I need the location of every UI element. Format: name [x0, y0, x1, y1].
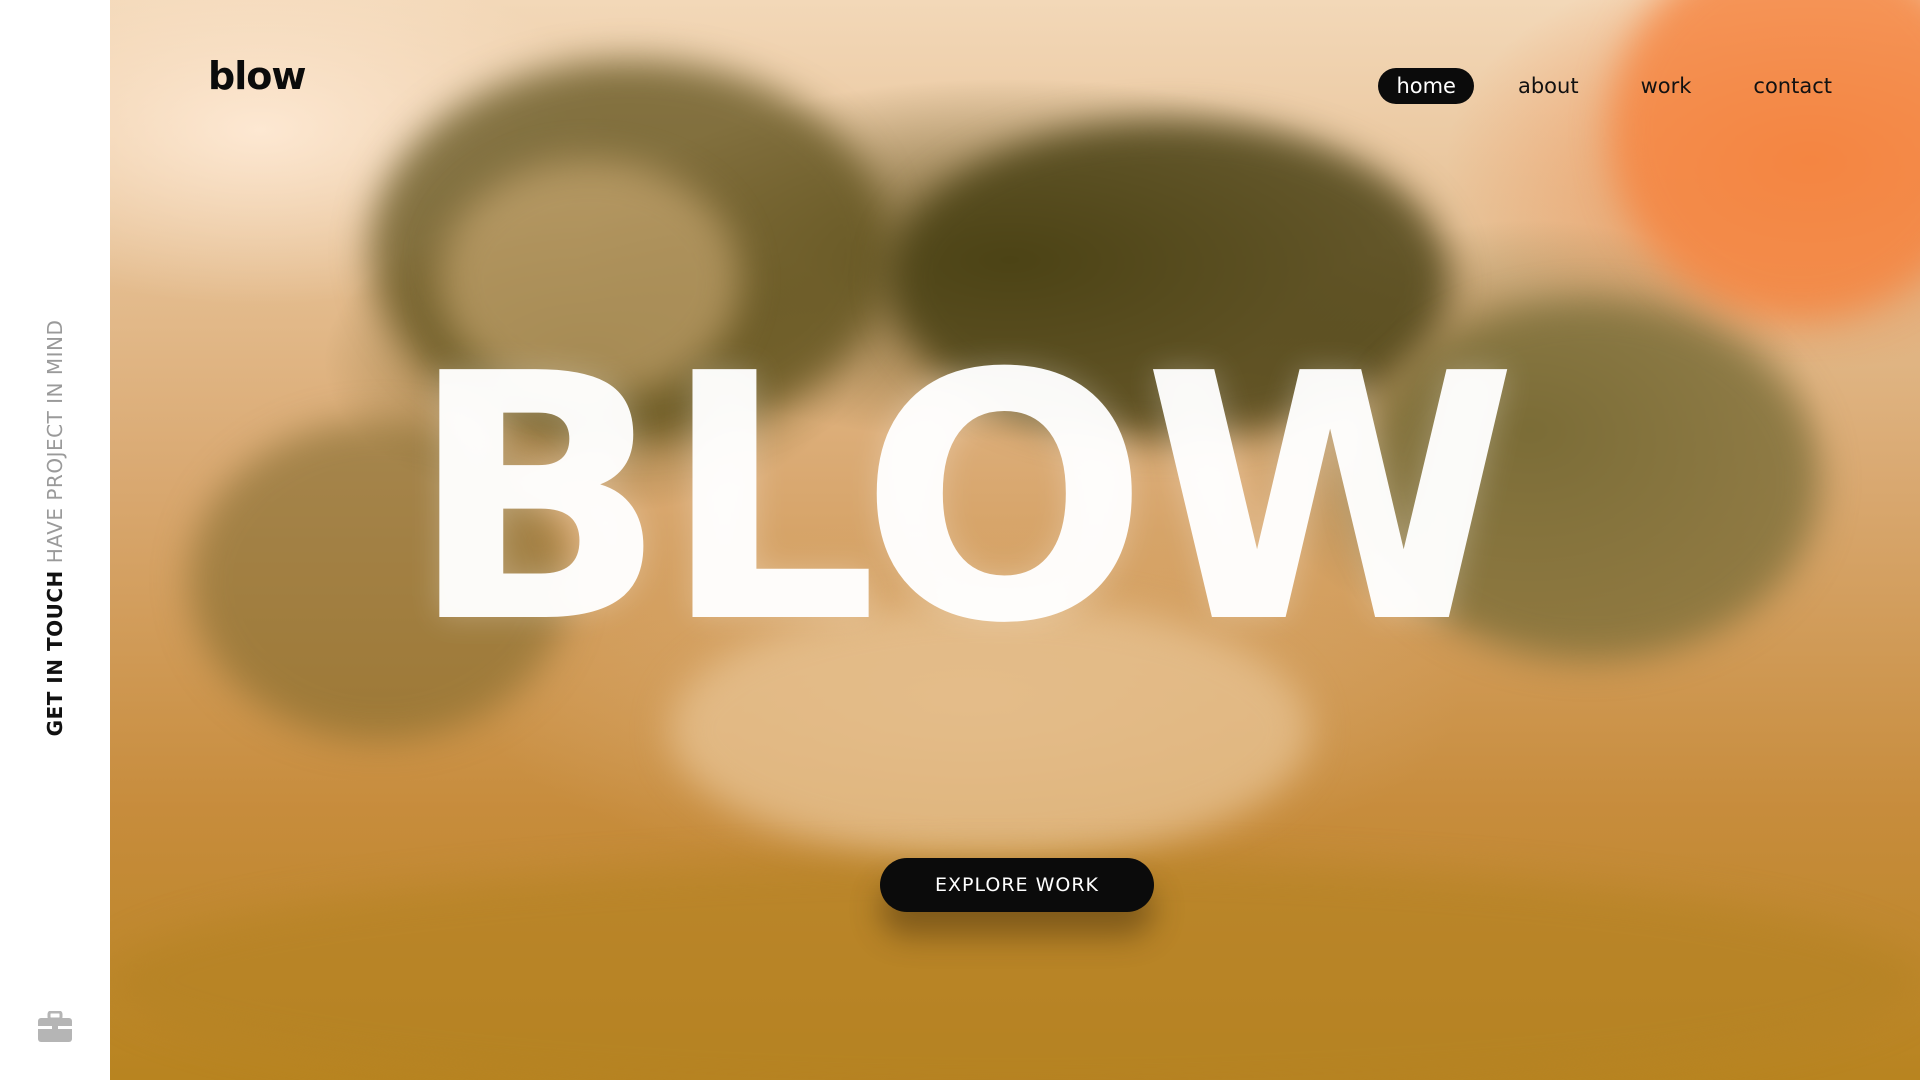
get-in-touch-label: GET IN TOUCH: [43, 570, 67, 737]
explore-work-button[interactable]: EXPLORE WORK: [880, 858, 1154, 912]
smoke-cloud: [1610, 0, 1920, 320]
nav-contact-link[interactable]: contact: [1735, 68, 1850, 104]
project-prompt-label: HAVE PROJECT IN MIND: [43, 319, 67, 564]
nav-home-link[interactable]: home: [1378, 68, 1474, 104]
hero-section: blow home about work contact BLOW EXPLOR…: [110, 0, 1920, 1080]
main-nav: home about work contact: [1378, 68, 1850, 104]
brand-logo[interactable]: blow: [208, 54, 306, 98]
hero-headline: BLOW: [408, 302, 1518, 698]
briefcase-icon[interactable]: [37, 1010, 73, 1043]
nav-about-link[interactable]: about: [1500, 68, 1597, 104]
nav-work-link[interactable]: work: [1623, 68, 1710, 104]
sidebar: GET IN TOUCH HAVE PROJECT IN MIND: [0, 0, 110, 1080]
get-in-touch-link[interactable]: GET IN TOUCH HAVE PROJECT IN MIND: [43, 320, 67, 737]
